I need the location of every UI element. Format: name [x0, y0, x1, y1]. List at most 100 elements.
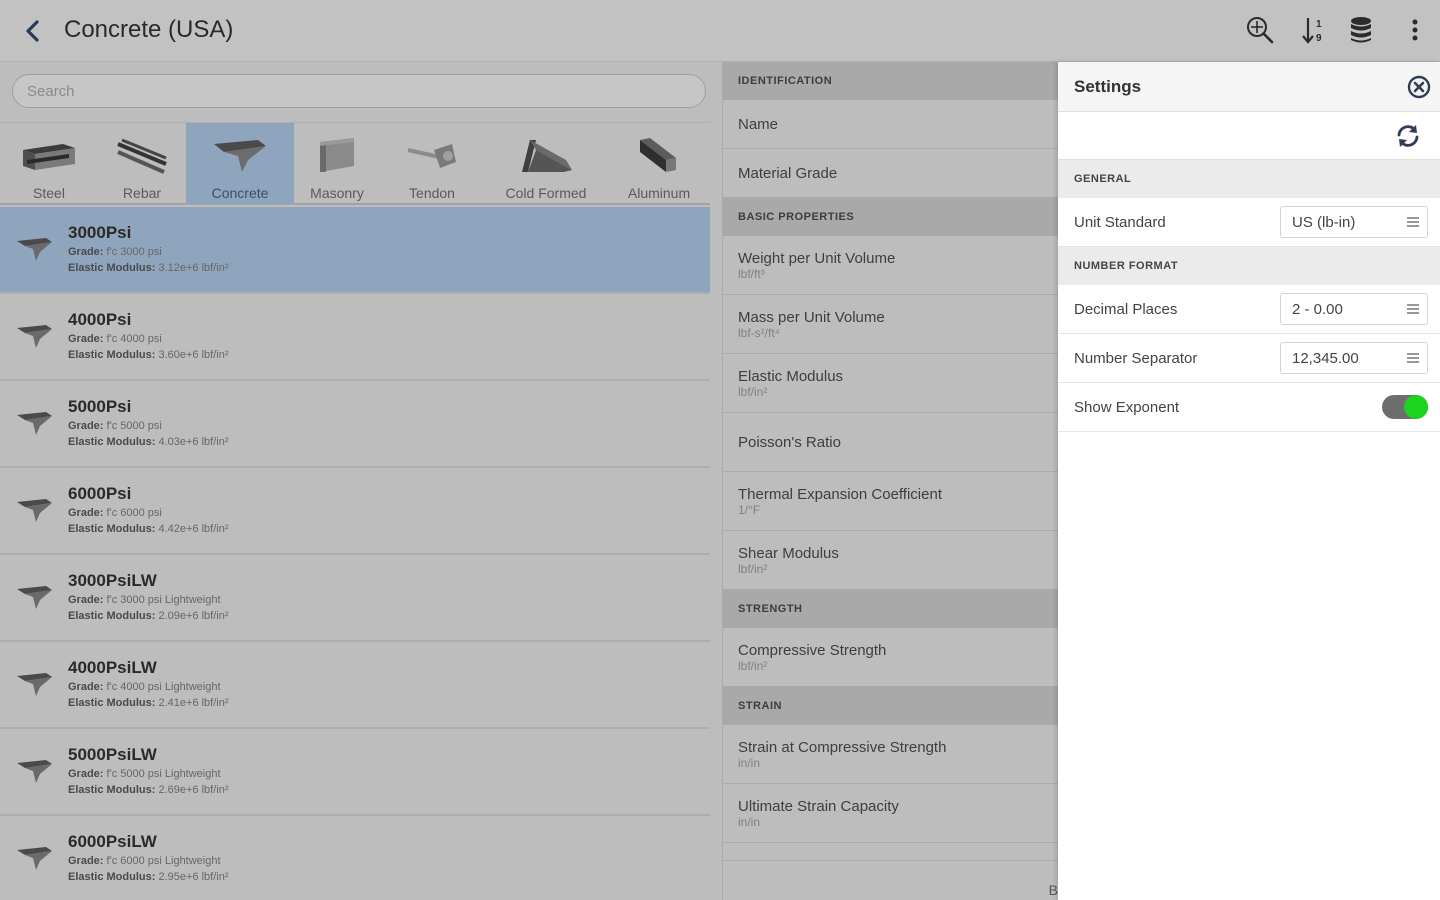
property-material-grade[interactable]: Material Grade	[723, 149, 1058, 198]
tab-aluminum[interactable]: Aluminum	[608, 123, 710, 204]
number-separator-row: Number Separator 12,345.00	[1058, 334, 1440, 383]
sort-button[interactable]: 1 9	[1296, 12, 1332, 48]
menu-lines-icon	[1407, 304, 1419, 314]
concrete-beam-icon	[17, 847, 52, 870]
truncated-label: B	[1048, 882, 1058, 898]
tab-rebar[interactable]: Rebar	[98, 123, 186, 204]
refresh-icon	[1397, 125, 1419, 147]
material-modulus: Elastic Modulus: 2.95e+6 lbf/in²	[68, 871, 229, 883]
property-strain-at-compressive-strength[interactable]: Strain at Compressive Strength in/in	[723, 725, 1058, 784]
page-title: Concrete (USA)	[64, 16, 234, 43]
close-settings-button[interactable]	[1406, 74, 1432, 100]
zoom-search-icon	[1247, 17, 1274, 44]
list-item[interactable]: 5000Psi Grade: f'c 5000 psi Elastic Modu…	[0, 381, 710, 468]
property-elastic-modulus[interactable]: Elastic Modulus lbf/in²	[723, 354, 1058, 413]
list-item[interactable]: 3000Psi Grade: f'c 3000 psi Elastic Modu…	[0, 207, 710, 294]
show-exponent-toggle[interactable]	[1382, 395, 1428, 419]
unit-standard-row: Unit Standard US (lb-in)	[1058, 198, 1440, 247]
zoom-search-button[interactable]	[1242, 12, 1278, 48]
concrete-beam-icon	[17, 760, 52, 783]
list-item[interactable]: 4000PsiLW Grade: f'c 4000 psi Lightweigh…	[0, 642, 710, 729]
concrete-beam-icon	[214, 140, 266, 172]
material-grade: Grade: f'c 3000 psi	[68, 246, 162, 258]
property-ultimate-strain-capacity[interactable]: Ultimate Strain Capacity in/in	[723, 784, 1058, 843]
list-item[interactable]: 4000Psi Grade: f'c 4000 psi Elastic Modu…	[0, 294, 710, 381]
property-name[interactable]: Name	[723, 100, 1058, 149]
search-input[interactable]	[13, 75, 705, 107]
property-poissons-ratio[interactable]: Poisson's Ratio	[723, 413, 1058, 472]
masonry-block-icon	[320, 138, 354, 172]
tab-masonry[interactable]: Masonry	[294, 123, 380, 204]
materials-panel: Steel Rebar Concrete Masonry	[0, 62, 722, 900]
settings-title: Settings	[1074, 76, 1142, 96]
settings-panel: Settings GENERAL Unit Standard US (lb-in…	[1058, 62, 1440, 900]
settings-section-general: GENERAL	[1058, 160, 1440, 198]
section-header-identification: IDENTIFICATION	[723, 62, 1058, 100]
section-header-basic-properties: BASIC PROPERTIES	[723, 198, 1058, 236]
aluminum-section-icon	[640, 138, 676, 172]
material-modulus: Elastic Modulus: 4.42e+6 lbf/in²	[68, 523, 229, 535]
material-name: 3000Psi	[68, 223, 132, 242]
svg-text:9: 9	[1316, 33, 1322, 44]
material-name: 6000Psi	[68, 484, 132, 503]
settings-header: Settings	[1058, 62, 1440, 112]
back-button[interactable]	[16, 14, 50, 48]
rebar-icon	[117, 138, 167, 174]
database-icon	[1351, 17, 1371, 43]
tendon-icon	[407, 144, 456, 168]
search-box[interactable]	[12, 74, 706, 108]
decimal-places-row: Decimal Places 2 - 0.00	[1058, 285, 1440, 334]
material-grade: Grade: f'c 4000 psi Lightweight	[68, 681, 221, 693]
property-compressive-strength[interactable]: Compressive Strength lbf/in²	[723, 628, 1058, 687]
material-name: 6000PsiLW	[68, 832, 157, 851]
unit-standard-select[interactable]: US (lb-in)	[1280, 206, 1428, 238]
show-exponent-row: Show Exponent	[1058, 383, 1440, 432]
properties-panel: IDENTIFICATION Name Material Grade BASIC…	[722, 62, 1058, 900]
material-modulus: Elastic Modulus: 2.09e+6 lbf/in²	[68, 610, 229, 622]
material-name: 3000PsiLW	[68, 571, 157, 590]
list-item[interactable]: 3000PsiLW Grade: f'c 3000 psi Lightweigh…	[0, 555, 710, 642]
concrete-beam-icon	[17, 238, 52, 261]
concrete-beam-icon	[17, 673, 52, 696]
material-modulus: Elastic Modulus: 4.03e+6 lbf/in²	[68, 436, 229, 448]
cold-formed-section-icon	[522, 140, 572, 172]
material-modulus: Elastic Modulus: 3.12e+6 lbf/in²	[68, 262, 229, 274]
number-separator-select[interactable]: 12,345.00	[1280, 342, 1428, 374]
top-app-bar: Concrete (USA) 1 9	[0, 0, 1440, 62]
back-icon	[26, 20, 39, 42]
property-weight-per-unit-volume[interactable]: Weight per Unit Volume lbf/ft³	[723, 236, 1058, 295]
more-options-button[interactable]	[1397, 12, 1433, 48]
decimal-places-select[interactable]: 2 - 0.00	[1280, 293, 1428, 325]
tab-steel[interactable]: Steel	[0, 123, 98, 204]
sort-numeric-icon: 1 9	[1302, 18, 1322, 44]
material-modulus: Elastic Modulus: 2.69e+6 lbf/in²	[68, 784, 229, 796]
list-item[interactable]: 6000Psi Grade: f'c 6000 psi Elastic Modu…	[0, 468, 710, 555]
settings-section-number-format: NUMBER FORMAT	[1058, 247, 1440, 285]
material-name: 5000Psi	[68, 397, 132, 416]
material-modulus: Elastic Modulus: 3.60e+6 lbf/in²	[68, 349, 229, 361]
material-grade: Grade: f'c 6000 psi Lightweight	[68, 855, 221, 867]
material-name: 5000PsiLW	[68, 745, 157, 764]
material-modulus: Elastic Modulus: 2.41e+6 lbf/in²	[68, 697, 229, 709]
property-divider	[723, 843, 1058, 861]
property-thermal-expansion-coefficient[interactable]: Thermal Expansion Coefficient 1/°F	[723, 472, 1058, 531]
database-button[interactable]	[1343, 12, 1379, 48]
refresh-button[interactable]	[1394, 122, 1422, 150]
menu-lines-icon	[1407, 353, 1419, 363]
material-grade: Grade: f'c 3000 psi Lightweight	[68, 594, 221, 606]
svg-text:1: 1	[1316, 19, 1322, 30]
menu-lines-icon	[1407, 217, 1419, 227]
tab-tendon[interactable]: Tendon	[380, 123, 484, 204]
tab-concrete[interactable]: Concrete	[186, 123, 294, 204]
tab-cold-formed[interactable]: Cold Formed	[484, 123, 608, 204]
list-item[interactable]: 6000PsiLW Grade: f'c 6000 psi Lightweigh…	[0, 816, 710, 900]
category-tabs: Steel Rebar Concrete Masonry Tendon Cold…	[0, 122, 710, 205]
property-shear-modulus[interactable]: Shear Modulus lbf/in²	[723, 531, 1058, 590]
steel-section-icon	[23, 144, 75, 170]
material-name: 4000Psi	[68, 310, 132, 329]
concrete-beam-icon	[17, 499, 52, 522]
material-grade: Grade: f'c 4000 psi	[68, 333, 162, 345]
material-grade: Grade: f'c 5000 psi Lightweight	[68, 768, 221, 780]
list-item[interactable]: 5000PsiLW Grade: f'c 5000 psi Lightweigh…	[0, 729, 710, 816]
property-mass-per-unit-volume[interactable]: Mass per Unit Volume lbf-s²/ft⁴	[723, 295, 1058, 354]
